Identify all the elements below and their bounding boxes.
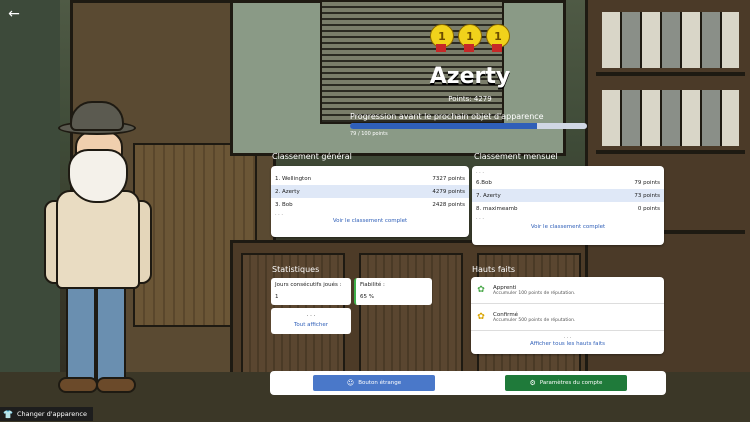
medal-icon: 1: [458, 24, 482, 52]
avatar-hat: [70, 101, 124, 131]
ranking-name: 3. Bob: [275, 201, 293, 208]
achievements-card: ✿ Apprenti Accumuler 100 points de réput…: [471, 277, 664, 354]
ranking-points: 4279 points: [432, 188, 465, 195]
achievement-ellipsis: . . .: [563, 334, 572, 340]
back-arrow-icon[interactable]: ←: [6, 6, 22, 22]
laurel-icon: ✿: [477, 285, 485, 295]
gear-icon: ⚙: [529, 379, 536, 387]
shelf-board: [596, 72, 745, 76]
ranking-ellipsis: . . .: [275, 211, 283, 217]
shelf-board: [596, 150, 745, 154]
strange-button-label: Bouton étrange: [358, 380, 402, 386]
stat-value: 1: [275, 294, 279, 300]
ranking-name: 2. Azerty: [275, 188, 300, 195]
achievements-title: Hauts faits: [472, 265, 516, 274]
action-bar: ☺ Bouton étrange ⚙ Paramètres du compte: [270, 371, 666, 395]
avatar-leg: [66, 283, 96, 382]
show-all-stats-link[interactable]: Tout afficher: [275, 322, 347, 328]
stat-show-all-card: . . . Tout afficher: [271, 308, 351, 334]
shelf-binders: [602, 12, 739, 68]
ranking-points: 7327 points: [432, 175, 465, 182]
achievement-item: ✿ Apprenti Accumuler 100 points de réput…: [471, 277, 664, 304]
achievement-desc: Accumuler 100 points de réputation.: [493, 290, 576, 296]
ranking-row-current: 2. Azerty 4279 points: [271, 185, 469, 198]
avatar-leg: [96, 283, 126, 382]
achievement-item: ✿ Confirmé Accumuler 500 points de réput…: [471, 304, 664, 331]
achievement-text: Confirmé Accumuler 500 points de réputat…: [493, 312, 575, 323]
ranking-points: 79 points: [634, 179, 660, 186]
statistics-title: Statistiques: [272, 265, 320, 274]
progress-fill: [350, 123, 538, 129]
medal-icon: 1: [486, 24, 510, 52]
monthly-ranking-card: . . . 6.Bob 79 points 7. Azerty 73 points …: [472, 166, 664, 245]
ranking-row: 1. Wellington 7327 points: [271, 172, 469, 185]
ranking-ellipsis: . . .: [476, 169, 484, 175]
player-name: Azerty: [429, 64, 511, 89]
change-appearance-label: Changer d'apparence: [16, 410, 87, 418]
stat-reliability: Fiabilité : 65 %: [354, 278, 432, 305]
general-ranking-card: 1. Wellington 7327 points 2. Azerty 4279 p…: [271, 166, 469, 237]
avatar-shoe: [96, 377, 136, 393]
medal-ribbon: [436, 44, 446, 52]
window-blinds: [320, 0, 504, 124]
medal-ribbon: [464, 44, 474, 52]
medal-icon: 1: [430, 24, 454, 52]
account-settings-button[interactable]: ⚙ Paramètres du compte: [505, 375, 627, 391]
monthly-ranking-title: Classement mensuel: [474, 152, 558, 161]
achievement-desc: Accumuler 500 points de réputation.: [493, 317, 576, 323]
ranking-row-current: 7. Azerty 73 points: [472, 189, 664, 202]
ranking-name: 6.Bob: [476, 179, 492, 186]
ranking-points: 0 points: [637, 205, 660, 212]
progress-bar: [350, 123, 587, 129]
ranking-name: 7. Azerty: [476, 192, 501, 199]
view-full-ranking-link[interactable]: Voir le classement complet: [271, 218, 469, 224]
ranking-name: 8. maximeamb: [476, 205, 518, 212]
ranking-name: 1. Wellington: [275, 175, 312, 182]
laurel-gold-icon: ✿: [477, 312, 485, 322]
ranking-row: 3. Bob 2428 points: [271, 198, 469, 211]
avatar-beard: [68, 149, 128, 203]
avatar-sweater: [56, 190, 140, 289]
stat-consecutive-days: Jours consécutifs joués : 1: [271, 278, 351, 305]
ranking-row: 8. maximeamb 0 points: [472, 202, 664, 215]
cabinet-door: [359, 253, 463, 377]
stat-label: Fiabilité :: [360, 282, 385, 288]
shelf-binders: [602, 90, 739, 146]
ranking-ellipsis: . . .: [476, 215, 484, 221]
stat-label: Jours consécutifs joués :: [275, 282, 342, 288]
show-all-achievements-link[interactable]: Afficher tous les hauts faits: [471, 341, 664, 347]
ranking-points: 73 points: [634, 192, 660, 199]
ranking-points: 2428 points: [432, 201, 465, 208]
shirt-icon: 👕: [3, 409, 13, 419]
avatar-shoe: [58, 377, 98, 393]
progress-title: Progression avant le prochain objet d'ap…: [350, 112, 544, 121]
progress-label: 79 / 100 points: [350, 131, 388, 137]
smiley-icon: ☺: [346, 379, 355, 387]
medal-ribbon: [492, 44, 502, 52]
view-full-monthly-ranking-link[interactable]: Voir le classement complet: [472, 224, 664, 230]
player-avatar: [40, 95, 152, 395]
stat-value: 65 %: [360, 294, 374, 300]
achievement-text: Apprenti Accumuler 100 points de réputat…: [493, 285, 575, 296]
ranking-row: 6.Bob 79 points: [472, 176, 664, 189]
stat-ellipsis: . . .: [306, 312, 316, 318]
medals-row: 1 1 1: [430, 24, 510, 52]
strange-button[interactable]: ☺ Bouton étrange: [313, 375, 435, 391]
general-ranking-title: Classement général: [272, 152, 352, 161]
change-appearance-button[interactable]: 👕 Changer d'apparence: [0, 407, 93, 421]
account-settings-label: Paramètres du compte: [539, 380, 603, 386]
points-total: Points: 4279: [448, 95, 492, 103]
